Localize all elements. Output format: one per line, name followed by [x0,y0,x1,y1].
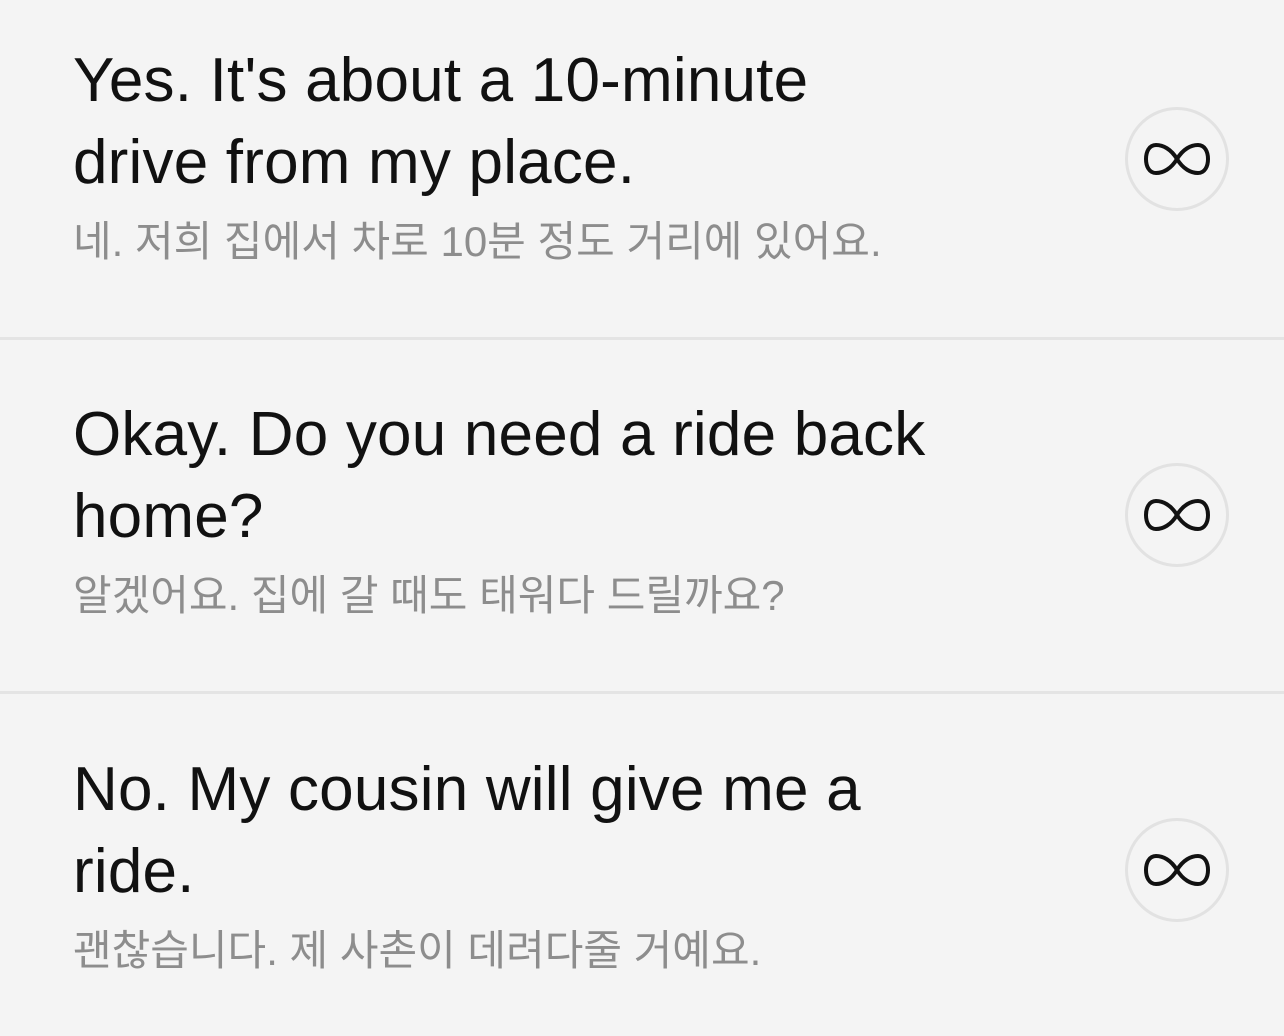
repeat-button[interactable] [1125,463,1229,567]
sentence-text-block: Okay. Do you need a ride back home? 알겠어요… [73,394,953,624]
korean-translation: 알겠어요. 집에 갈 때도 태워다 드릴까요? [73,572,785,619]
korean-translation: 네. 저희 집에서 차로 10분 정도 거리에 있어요. [73,218,882,265]
sentence-row[interactable]: Okay. Do you need a ride back home? 알겠어요… [0,337,1284,691]
korean-translation: 괜찮습니다. 제 사촌이 데려다줄 거예요. [73,927,762,974]
sentence-row[interactable]: Yes. It's about a 10-minute drive from m… [0,0,1284,337]
english-sentence: Okay. Do you need a ride back home? [73,400,926,551]
repeat-button[interactable] [1125,107,1229,211]
infinity-icon [1143,142,1211,176]
repeat-button[interactable] [1125,818,1229,922]
sentence-text-block: Yes. It's about a 10-minute drive from m… [73,40,953,270]
infinity-icon [1143,498,1211,532]
sentence-row[interactable]: No. My cousin will give me a ride. 괜찮습니다… [0,691,1284,1036]
english-sentence: No. My cousin will give me a ride. [73,755,861,906]
sentence-text-block: No. My cousin will give me a ride. 괜찮습니다… [73,749,953,979]
english-sentence: Yes. It's about a 10-minute drive from m… [73,46,809,197]
infinity-icon [1143,853,1211,887]
sentence-list: Yes. It's about a 10-minute drive from m… [0,0,1284,1036]
